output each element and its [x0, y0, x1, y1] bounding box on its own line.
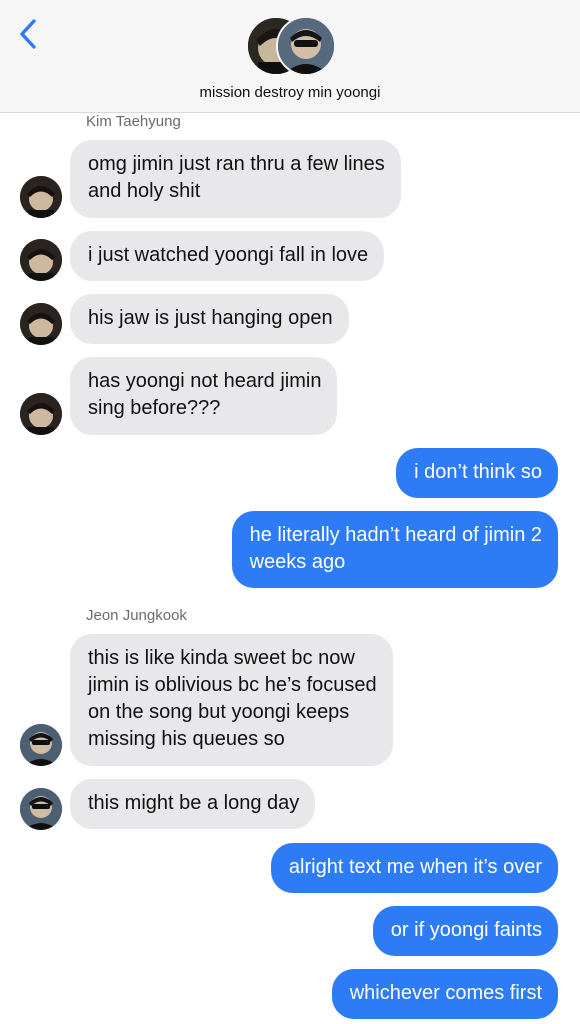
sender-avatar[interactable] [20, 176, 62, 218]
message-line: i just watched yoongi fall in love [88, 244, 369, 266]
message-line: or if yoongi faints [390, 919, 542, 941]
message-row: his jaw is just hanging open [0, 294, 580, 345]
message-row: i don’t think so [0, 448, 580, 498]
message-row: he literally hadn’t heard of jimin 2 wee… [0, 511, 580, 588]
incoming-message-bubble[interactable]: has yoongi not heard jimin sing before??… [70, 357, 338, 435]
sender-avatar[interactable] [20, 239, 62, 281]
message-row: or if yoongi faints [0, 906, 580, 956]
message-line: his jaw is just hanging open [88, 307, 333, 329]
back-button[interactable] [14, 16, 46, 52]
sender-avatar[interactable] [20, 303, 62, 345]
incoming-message-bubble[interactable]: this might be a long day [70, 779, 316, 829]
message-row: this might be a long day [0, 779, 580, 830]
sender-avatar[interactable] [20, 724, 62, 766]
message-line: missing his queues so [88, 728, 285, 750]
message-line: alright text me when it’s over [288, 856, 542, 878]
message-line: has yoongi not heard jimin [88, 370, 322, 392]
outgoing-message-bubble[interactable]: alright text me when it’s over [270, 843, 558, 893]
sender-name: Jeon Jungkook [86, 607, 187, 624]
group-member-avatar [276, 16, 336, 76]
outgoing-message-bubble[interactable]: or if yoongi faints [372, 906, 558, 956]
outgoing-message-bubble[interactable]: i don’t think so [396, 448, 558, 498]
incoming-message-bubble[interactable]: his jaw is just hanging open [70, 294, 349, 344]
message-line: on the song but yoongi keeps [88, 701, 350, 723]
message-line: whichever comes first [349, 982, 542, 1004]
conversation-title: mission destroy min yoongi [199, 84, 381, 101]
sender-avatar[interactable] [20, 788, 62, 830]
message-row: whichever comes first [0, 969, 580, 1019]
chevron-left-icon [20, 19, 36, 49]
sender-name: Kim Taehyung [86, 113, 181, 130]
incoming-message-bubble[interactable]: this is like kinda sweet bc now jimin is… [70, 634, 393, 766]
message-line: he literally hadn’t heard of jimin 2 [249, 524, 542, 546]
message-line: weeks ago [249, 551, 346, 573]
message-line: this is like kinda sweet bc now [88, 647, 355, 669]
message-row: omg jimin just ran thru a few lines and … [0, 140, 580, 218]
conversation-header: mission destroy min yoongi [0, 0, 580, 113]
incoming-message-bubble[interactable]: omg jimin just ran thru a few lines and … [70, 140, 401, 218]
message-line: sing before??? [88, 397, 221, 419]
message-line: omg jimin just ran thru a few lines [88, 153, 385, 175]
message-row: has yoongi not heard jimin sing before??… [0, 357, 580, 435]
message-line: jimin is oblivious bc he’s focused [88, 674, 377, 696]
message-line: this might be a long day [88, 792, 300, 814]
message-row: alright text me when it’s over [0, 843, 580, 893]
incoming-message-bubble[interactable]: i just watched yoongi fall in love [70, 231, 385, 281]
outgoing-message-bubble[interactable]: whichever comes first [331, 969, 558, 1019]
message-row: i just watched yoongi fall in love [0, 231, 580, 281]
message-line: and holy shit [88, 180, 201, 202]
outgoing-message-bubble[interactable]: he literally hadn’t heard of jimin 2 wee… [231, 511, 558, 588]
message-line: i don’t think so [414, 461, 542, 483]
sender-avatar[interactable] [20, 393, 62, 435]
group-avatar[interactable] [246, 16, 336, 76]
message-row: this is like kinda sweet bc now jimin is… [0, 634, 580, 766]
